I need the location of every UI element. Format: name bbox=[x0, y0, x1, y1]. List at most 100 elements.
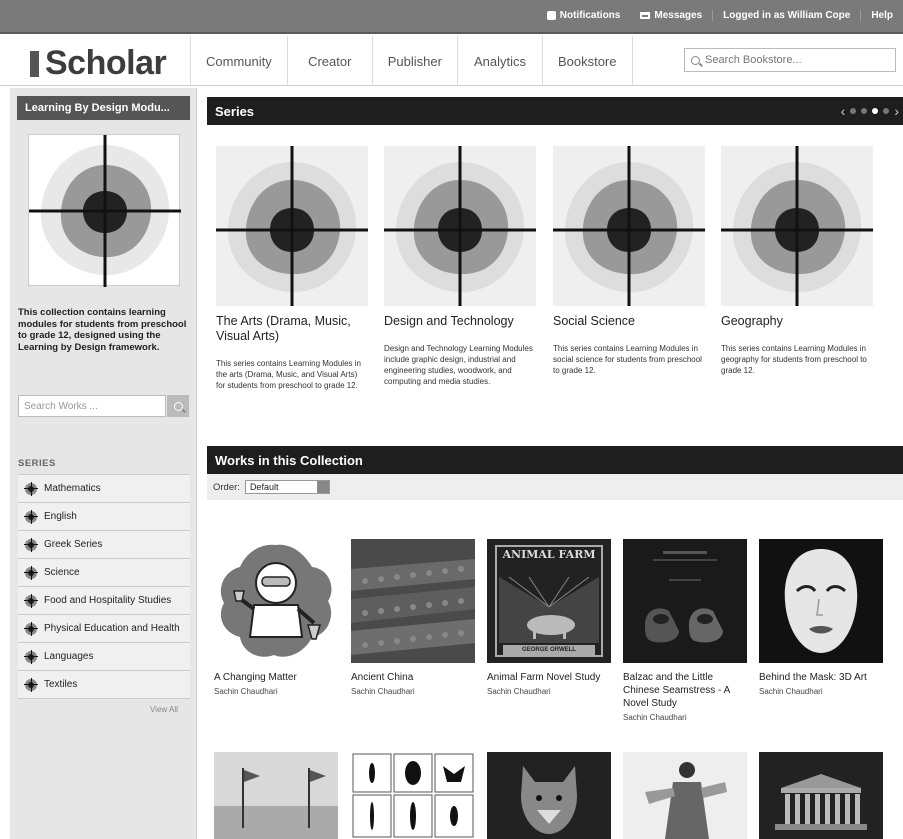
notifications-link[interactable]: Notifications bbox=[537, 10, 631, 21]
work-author[interactable]: Sachin Chaudhari bbox=[351, 687, 475, 696]
work-author[interactable]: Sachin Chaudhari bbox=[623, 713, 747, 722]
chevron-left-icon[interactable]: ‹ bbox=[841, 104, 846, 118]
nav-analytics[interactable]: Analytics bbox=[456, 36, 542, 86]
work-card[interactable]: Ancient China Sachin Chaudhari bbox=[351, 539, 475, 696]
work-author[interactable]: Sachin Chaudhari bbox=[487, 687, 611, 696]
work-card[interactable] bbox=[623, 752, 747, 839]
work-author[interactable]: Sachin Chaudhari bbox=[759, 687, 883, 696]
figure-cover bbox=[623, 752, 747, 839]
nav-bookstore[interactable]: Bookstore bbox=[541, 36, 633, 86]
mask-icon bbox=[759, 539, 883, 663]
works-header-bar: Works in this Collection bbox=[207, 446, 903, 474]
work-card[interactable] bbox=[351, 752, 475, 839]
main-content: Series ‹ › The Arts (Drama, Music, Visua… bbox=[207, 88, 903, 839]
beach-flags-cover bbox=[214, 752, 338, 839]
messages-icon bbox=[640, 12, 651, 19]
series-card-title[interactable]: Design and Technology bbox=[384, 314, 536, 329]
series-card-title[interactable]: Social Science bbox=[553, 314, 705, 329]
series-card-image bbox=[384, 146, 536, 306]
work-card[interactable]: ANIMAL FARM GEORGE ORWELL Animal Farm No… bbox=[487, 539, 611, 696]
order-label: Order: bbox=[213, 481, 240, 493]
sidebar-series-greek[interactable]: Greek Series bbox=[18, 531, 190, 559]
work-card[interactable]: Behind the Mask: 3D Art Sachin Chaudhari bbox=[759, 539, 883, 696]
works-search-input[interactable]: Search Works ... bbox=[18, 395, 166, 417]
carousel-dot-active[interactable] bbox=[872, 108, 879, 114]
series-list: Mathematics English Greek Series Science… bbox=[18, 474, 190, 699]
view-all-link[interactable]: View All bbox=[150, 705, 178, 714]
help-link[interactable]: Help bbox=[860, 10, 903, 21]
sidebar-series-pe-health[interactable]: Physical Education and Health bbox=[18, 615, 190, 643]
chevron-right-icon[interactable]: › bbox=[894, 104, 899, 118]
work-card[interactable]: Balzac and the Little Chinese Seamstress… bbox=[623, 539, 747, 722]
work-title[interactable]: Balzac and the Little Chinese Seamstress… bbox=[623, 671, 747, 710]
series-carousel-controls: ‹ › bbox=[841, 104, 903, 118]
work-title[interactable]: A Changing Matter bbox=[214, 671, 338, 684]
order-row: Order: Default bbox=[207, 474, 903, 500]
scientist-illustration-icon bbox=[220, 544, 332, 657]
target-logo-icon bbox=[29, 135, 181, 287]
user-menu[interactable]: Logged in as William Cope bbox=[712, 10, 860, 21]
series-header-bar: Series ‹ › bbox=[207, 97, 903, 125]
nav-creator[interactable]: Creator bbox=[286, 36, 372, 86]
logo-mark bbox=[30, 50, 39, 77]
scholar-logo[interactable]: Scholar bbox=[30, 44, 167, 83]
series-target-icon bbox=[24, 649, 38, 664]
series-target-icon bbox=[24, 621, 38, 636]
bookstore-search-input[interactable] bbox=[705, 54, 885, 66]
work-title[interactable]: Behind the Mask: 3D Art bbox=[759, 671, 883, 684]
series-card-arts[interactable]: The Arts (Drama, Music, Visual Arts) Thi… bbox=[216, 146, 368, 391]
target-logo-icon bbox=[216, 146, 368, 306]
target-logo-icon bbox=[553, 146, 705, 306]
series-target-icon bbox=[24, 481, 38, 496]
sidebar-series-mathematics[interactable]: Mathematics bbox=[18, 475, 190, 503]
collection-title[interactable]: Learning By Design Modu... bbox=[17, 96, 190, 120]
carousel-dot[interactable] bbox=[883, 108, 890, 114]
series-card-title[interactable]: Geography bbox=[721, 314, 873, 329]
sidebar-series-languages[interactable]: Languages bbox=[18, 643, 190, 671]
book-cover-author: GEORGE ORWELL bbox=[503, 645, 595, 655]
wolf-cover bbox=[487, 752, 611, 839]
sidebar-series-english[interactable]: English bbox=[18, 503, 190, 531]
work-title[interactable]: Animal Farm Novel Study bbox=[487, 671, 611, 684]
sidebar-series-textiles[interactable]: Textiles bbox=[18, 671, 190, 699]
work-cover bbox=[351, 539, 475, 663]
messages-link[interactable]: Messages bbox=[630, 10, 712, 21]
series-card-geography[interactable]: Geography This series contains Learning … bbox=[721, 146, 873, 376]
work-cover bbox=[623, 539, 747, 663]
series-card-title[interactable]: The Arts (Drama, Music, Visual Arts) bbox=[216, 314, 368, 344]
series-card-image bbox=[553, 146, 705, 306]
work-cover bbox=[214, 539, 338, 663]
series-card-social-science[interactable]: Social Science This series contains Lear… bbox=[553, 146, 705, 376]
series-target-icon bbox=[24, 509, 38, 524]
collection-description: This collection contains learning module… bbox=[18, 307, 187, 353]
series-card-image bbox=[216, 146, 368, 306]
work-author[interactable]: Sachin Chaudhari bbox=[214, 687, 338, 696]
notifications-icon bbox=[546, 11, 556, 20]
work-title[interactable]: Ancient China bbox=[351, 671, 475, 684]
work-card[interactable]: A Changing Matter Sachin Chaudhari bbox=[214, 539, 338, 696]
series-target-icon bbox=[24, 677, 38, 692]
target-logo-icon bbox=[384, 146, 536, 306]
work-cover bbox=[759, 539, 883, 663]
target-logo-icon bbox=[721, 146, 873, 306]
sidebar-series-science[interactable]: Science bbox=[18, 559, 190, 587]
nav-community[interactable]: Community bbox=[190, 36, 287, 86]
main-nav: Community Creator Publisher Analytics Bo… bbox=[190, 36, 633, 86]
works-search-button[interactable] bbox=[167, 395, 189, 417]
series-heading: SERIES bbox=[18, 458, 56, 469]
work-card[interactable] bbox=[759, 752, 883, 839]
header: Scholar Community Creator Publisher Anal… bbox=[0, 36, 903, 86]
insects-grid-cover bbox=[351, 752, 475, 839]
search-icon bbox=[173, 401, 183, 411]
work-card[interactable] bbox=[214, 752, 338, 839]
sidebar-series-food[interactable]: Food and Hospitality Studies bbox=[18, 587, 190, 615]
series-card-design-technology[interactable]: Design and Technology Design and Technol… bbox=[384, 146, 536, 387]
carousel-dot[interactable] bbox=[850, 108, 857, 114]
bookstore-search[interactable] bbox=[684, 48, 896, 72]
carousel-dot[interactable] bbox=[861, 108, 868, 114]
parthenon-cover bbox=[759, 752, 883, 839]
work-card[interactable] bbox=[487, 752, 611, 839]
nav-publisher[interactable]: Publisher bbox=[371, 36, 457, 86]
order-select[interactable]: Default bbox=[244, 480, 330, 494]
book-cover-title: ANIMAL FARM bbox=[502, 548, 596, 561]
